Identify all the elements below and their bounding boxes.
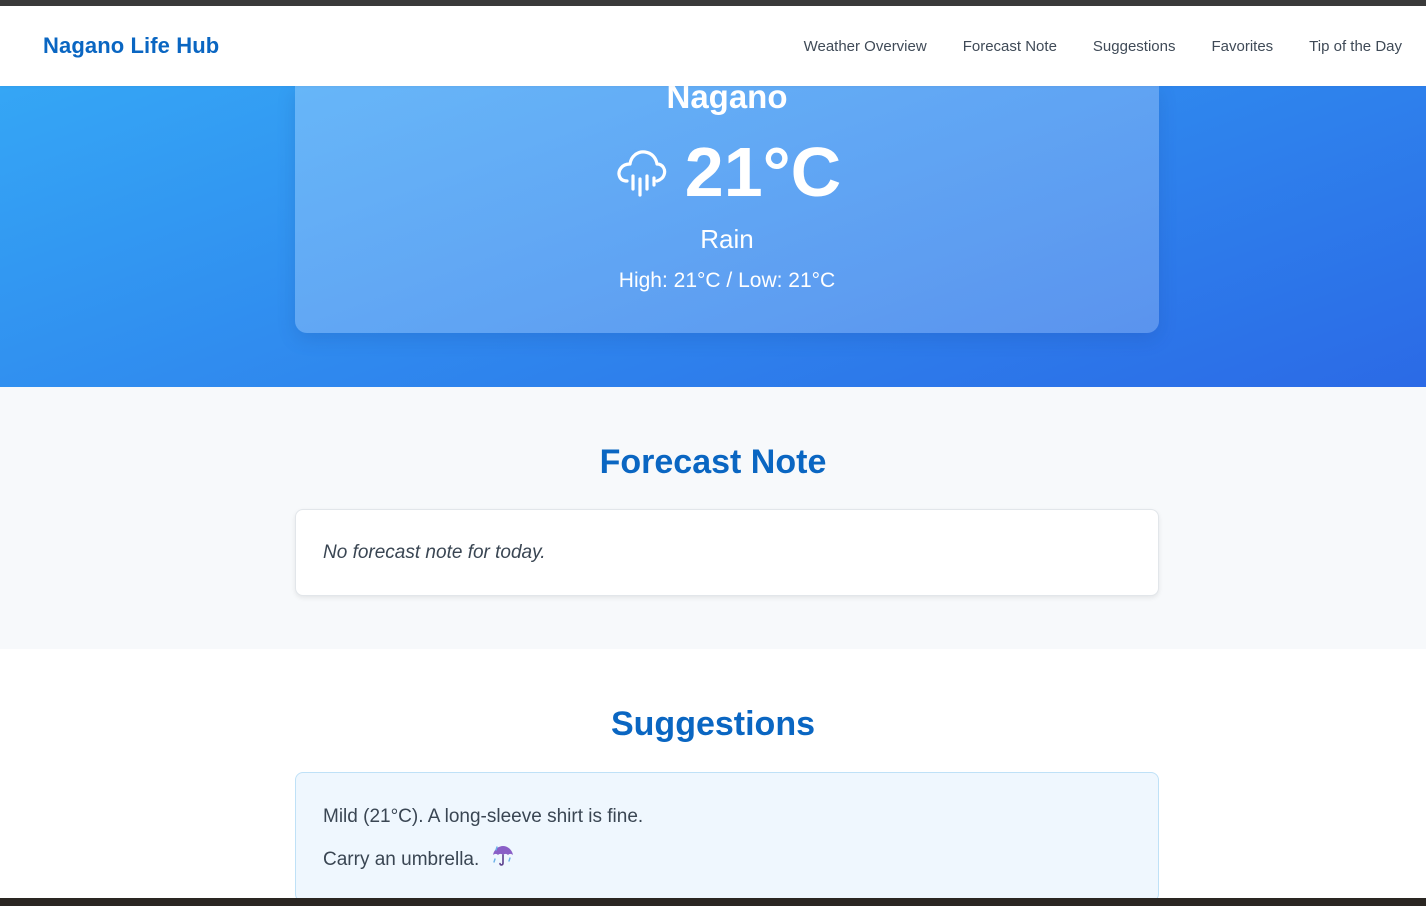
nav-link-tip-of-the-day[interactable]: Tip of the Day	[1309, 38, 1402, 55]
suggestions-card: Mild (21°C). A long-sleeve shirt is fine…	[295, 772, 1159, 902]
window-bottom-edge	[0, 898, 1426, 906]
suggestions-heading: Suggestions	[610, 705, 816, 743]
brand-logo[interactable]: Nagano Life Hub	[43, 33, 219, 59]
top-navbar: Nagano Life Hub Weather Overview Forecas…	[0, 6, 1426, 86]
temperature-row: 21°C	[295, 134, 1159, 210]
forecast-note-card: No forecast note for today.	[295, 509, 1159, 596]
umbrella-icon	[491, 844, 515, 876]
suggestion-text: Carry an umbrella.	[323, 849, 480, 871]
suggestion-item: Carry an umbrella.	[323, 844, 1131, 884]
nav-link-weather-overview[interactable]: Weather Overview	[804, 38, 927, 55]
suggestion-item: Mild (21°C). A long-sleeve shirt is fine…	[323, 804, 1131, 844]
suggestions-section: Suggestions Mild (21°C). A long-sleeve s…	[0, 649, 1426, 902]
nav-link-favorites[interactable]: Favorites	[1211, 38, 1273, 55]
forecast-note-text: No forecast note for today.	[323, 541, 546, 563]
nav-link-suggestions[interactable]: Suggestions	[1093, 38, 1176, 55]
weather-condition: Rain	[700, 224, 754, 254]
rain-cloud-icon	[613, 145, 669, 201]
forecast-note-heading: Forecast Note	[599, 443, 827, 481]
nav-link-forecast-note[interactable]: Forecast Note	[963, 38, 1057, 55]
suggestion-text: Mild (21°C). A long-sleeve shirt is fine…	[323, 806, 644, 827]
current-temperature: 21°C	[684, 133, 842, 211]
weather-card: Nagano 21°C Rain High: 21°C / Low: 21°C	[295, 78, 1159, 333]
forecast-note-section: Forecast Note No forecast note for today…	[0, 387, 1426, 649]
high-low-temperature: High: 21°C / Low: 21°C	[618, 269, 836, 292]
nav-links: Weather Overview Forecast Note Suggestio…	[768, 38, 1402, 55]
